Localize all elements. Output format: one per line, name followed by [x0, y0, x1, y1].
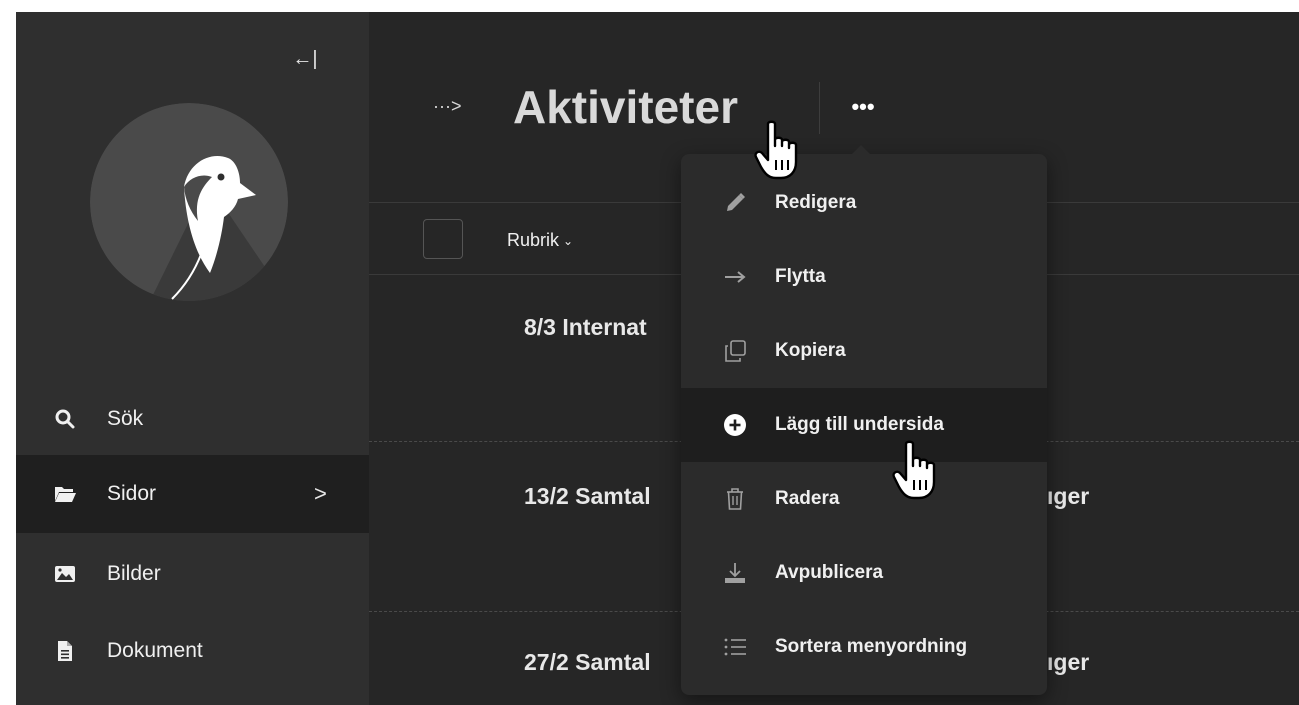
- sidebar-item-label: Dokument: [107, 639, 203, 662]
- folder-icon: [54, 483, 76, 505]
- table-row-title[interactable]: 13/2 Samtal: [524, 483, 651, 510]
- hand-cursor-icon: [754, 120, 798, 180]
- table-row-title-tail: ıger: [1047, 483, 1090, 509]
- arrow-right-icon: [722, 264, 748, 290]
- menu-item-label: Lägg till undersida: [775, 414, 944, 435]
- menu-item-copy[interactable]: Kopiera: [681, 314, 1047, 388]
- chevron-down-icon: ⌄: [563, 234, 574, 248]
- sidebar-item-images[interactable]: Bilder: [16, 535, 369, 613]
- page-title: Aktiviteter: [513, 81, 738, 133]
- plus-circle-icon: [722, 412, 748, 438]
- sidebar-item-pages[interactable]: Sidor >: [16, 455, 369, 533]
- menu-item-edit[interactable]: Redigera: [681, 166, 1047, 240]
- sidebar: ←| Sök Sidor > Bilder Dokument: [16, 12, 369, 705]
- sidebar-item-label: Sidor: [107, 482, 157, 505]
- chevron-right-icon: >: [314, 481, 327, 506]
- ellipsis-icon: •••: [851, 94, 875, 119]
- bird-logo: [90, 103, 288, 301]
- menu-item-move[interactable]: Flytta: [681, 240, 1047, 314]
- menu-item-label: Sortera menyordning: [775, 636, 968, 657]
- copy-icon: [722, 338, 748, 364]
- download-icon: [722, 560, 748, 586]
- menu-item-label: Radera: [775, 488, 840, 509]
- app-window: ←| Sök Sidor > Bilder Dokument ···> Akti…: [16, 12, 1299, 705]
- menu-item-delete[interactable]: Radera: [681, 462, 1047, 536]
- column-header-title[interactable]: Rubrik ⌄: [507, 230, 573, 251]
- breadcrumb-toggle[interactable]: ···>: [433, 96, 462, 117]
- more-actions-button[interactable]: •••: [846, 92, 880, 122]
- image-icon: [54, 563, 76, 585]
- trash-icon: [722, 486, 748, 512]
- title-divider: [819, 82, 820, 134]
- menu-item-label: Kopiera: [775, 340, 846, 361]
- sidebar-item-label: Sök: [107, 407, 144, 430]
- menu-item-add-subpage[interactable]: Lägg till undersida: [681, 388, 1047, 462]
- collapse-sidebar-button[interactable]: ←|: [290, 46, 320, 72]
- table-row-title[interactable]: 8/3 Internat: [524, 314, 647, 341]
- sidebar-item-label: Bilder: [107, 562, 161, 585]
- sidebar-item-documents[interactable]: Dokument: [16, 612, 369, 690]
- pencil-icon: [722, 190, 748, 216]
- collapse-icon: ←|: [292, 47, 318, 70]
- list-icon: [722, 634, 748, 660]
- menu-item-label: Redigera: [775, 192, 857, 213]
- search-icon: [54, 408, 76, 430]
- column-header-label: Rubrik: [507, 230, 560, 250]
- sidebar-item-search[interactable]: Sök: [16, 380, 369, 458]
- menu-item-label: Avpublicera: [775, 562, 884, 583]
- page-actions-menu: Redigera Flytta Kopiera Lägg till unders…: [681, 145, 1047, 695]
- document-icon: [54, 640, 76, 662]
- table-row-title-tail: ıger: [1047, 649, 1090, 675]
- menu-item-label: Flytta: [775, 266, 826, 287]
- menu-item-unpublish[interactable]: Avpublicera: [681, 536, 1047, 610]
- menu-caret: [852, 145, 870, 154]
- hand-cursor-icon: [892, 440, 936, 500]
- select-all-checkbox[interactable]: [423, 219, 463, 259]
- table-row-title[interactable]: 27/2 Samtal: [524, 649, 651, 676]
- menu-item-sort-menu-order[interactable]: Sortera menyordning: [681, 610, 1047, 684]
